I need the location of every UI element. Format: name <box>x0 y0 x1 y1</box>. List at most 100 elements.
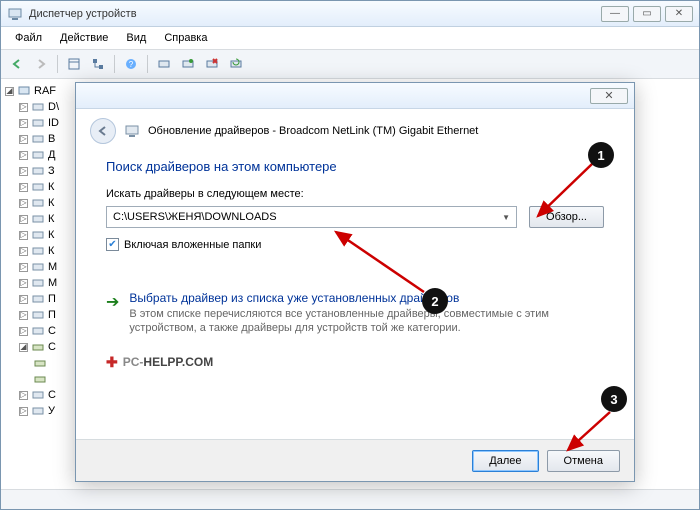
device-category-icon <box>31 212 45 226</box>
pick-driver-desc: В этом списке перечисляются все установл… <box>129 307 549 336</box>
expand-icon[interactable]: ▷ <box>19 231 28 240</box>
toolbar-view-icon[interactable] <box>63 53 85 75</box>
device-category-icon <box>31 196 45 210</box>
include-subfolders-label: Включая вложенные папки <box>124 239 261 251</box>
tree-item[interactable]: ▷С <box>3 323 69 339</box>
tree-item[interactable]: ▷К <box>3 243 69 259</box>
include-subfolders-checkbox[interactable]: ✔ <box>106 238 119 251</box>
expand-icon[interactable]: ▷ <box>19 199 28 208</box>
device-category-icon <box>31 308 45 322</box>
expand-icon[interactable]: ▷ <box>19 183 28 192</box>
tree-item[interactable]: ▷М <box>3 259 69 275</box>
device-category-icon <box>31 132 45 146</box>
expand-icon[interactable]: ▷ <box>19 391 28 400</box>
browse-button[interactable]: Обзор... <box>529 206 604 228</box>
arrow-right-icon: ➔ <box>106 292 119 336</box>
maximize-button[interactable]: ▭ <box>633 6 661 22</box>
device-category-icon <box>31 292 45 306</box>
path-label: Искать драйверы в следующем месте: <box>106 188 604 200</box>
expand-icon[interactable]: ▷ <box>19 151 28 160</box>
cancel-button[interactable]: Отмена <box>547 450 620 472</box>
toolbar-forward-icon[interactable] <box>30 53 52 75</box>
menu-action[interactable]: Действие <box>52 30 116 46</box>
collapse-icon[interactable]: ◢ <box>19 343 28 352</box>
tree-item[interactable]: ▷Д <box>3 147 69 163</box>
tree-item[interactable]: ▷D\ <box>3 99 69 115</box>
expand-icon[interactable]: ▷ <box>19 295 28 304</box>
section-title: Поиск драйверов на этом компьютере <box>106 159 604 174</box>
dialog-close-button[interactable]: ✕ <box>590 88 628 104</box>
menu-help[interactable]: Справка <box>156 30 215 46</box>
menu-file[interactable]: Файл <box>7 30 50 46</box>
device-category-icon <box>31 100 45 114</box>
expand-icon[interactable]: ▷ <box>19 135 28 144</box>
expand-icon[interactable]: ▷ <box>19 407 28 416</box>
dialog-titlebar: ✕ <box>76 83 634 109</box>
window-title: Диспетчер устройств <box>29 8 601 20</box>
tree-item[interactable]: ▷П <box>3 307 69 323</box>
device-category-icon <box>31 148 45 162</box>
expand-icon[interactable]: ▷ <box>19 103 28 112</box>
device-category-icon <box>31 228 45 242</box>
driver-update-dialog: ✕ Обновление драйверов - Broadcom NetLin… <box>75 82 635 482</box>
minimize-button[interactable]: — <box>601 6 629 22</box>
tree-item[interactable]: ▷М <box>3 275 69 291</box>
network-card-icon <box>33 356 47 370</box>
annotation-1: 1 <box>588 142 614 168</box>
expand-icon[interactable]: ▷ <box>19 247 28 256</box>
expand-icon[interactable]: ▷ <box>19 327 28 336</box>
menubar: Файл Действие Вид Справка <box>1 27 699 50</box>
statusbar <box>1 489 699 509</box>
expand-icon[interactable]: ▷ <box>19 119 28 128</box>
back-button[interactable] <box>90 118 116 144</box>
pick-driver-link[interactable]: ➔ Выбрать драйвер из списка уже установл… <box>106 291 604 336</box>
tree-item[interactable]: ▷В <box>3 131 69 147</box>
toolbar: ? <box>1 50 699 79</box>
device-category-icon <box>31 164 45 178</box>
annotation-2: 2 <box>422 288 448 314</box>
tree-item[interactable]: ▷К <box>3 179 69 195</box>
expand-icon[interactable]: ▷ <box>19 167 28 176</box>
toolbar-uninstall-icon[interactable] <box>201 53 223 75</box>
toolbar-help-icon[interactable]: ? <box>120 53 142 75</box>
next-button[interactable]: Далее <box>472 450 538 472</box>
tree-item[interactable]: ▷У <box>3 403 69 419</box>
toolbar-back-icon[interactable] <box>6 53 28 75</box>
tree-item[interactable]: ▷К <box>3 195 69 211</box>
pick-driver-title: Выбрать драйвер из списка уже установлен… <box>129 291 549 305</box>
dialog-header: Обновление драйверов - Broadcom NetLink … <box>76 109 634 153</box>
plus-icon: ✚ <box>106 354 118 371</box>
tree-item[interactable]: ▷З <box>3 163 69 179</box>
tree-item[interactable]: ▷К <box>3 211 69 227</box>
path-value: C:\USERS\ЖЕНЯ\DOWNLOADS <box>113 211 502 223</box>
expand-icon[interactable]: ▷ <box>19 263 28 272</box>
device-category-icon <box>31 244 45 258</box>
toolbar-tree-icon[interactable] <box>87 53 109 75</box>
svg-text:?: ? <box>129 60 134 69</box>
dialog-body: Поиск драйверов на этом компьютере Искат… <box>76 153 634 439</box>
tree-network-item[interactable] <box>3 371 69 387</box>
tree-network-item[interactable] <box>3 355 69 371</box>
toolbar-refresh-icon[interactable] <box>225 53 247 75</box>
network-card-icon <box>33 372 47 386</box>
collapse-icon[interactable]: ◢ <box>5 87 14 96</box>
dropdown-icon[interactable]: ▼ <box>502 213 510 222</box>
device-tree[interactable]: ◢ RAF ▷D\▷ID▷В▷Д▷З▷К▷К▷К▷К▷К▷М▷М▷П▷П▷С ◢… <box>1 79 71 489</box>
close-button[interactable]: ✕ <box>665 6 693 22</box>
tree-network-adapters[interactable]: ◢ С <box>3 339 69 355</box>
toolbar-update-icon[interactable] <box>177 53 199 75</box>
window-controls: — ▭ ✕ <box>601 6 693 22</box>
device-icon <box>124 123 140 139</box>
tree-item[interactable]: ▷ID <box>3 115 69 131</box>
device-category-icon <box>31 276 45 290</box>
tree-item[interactable]: ▷К <box>3 227 69 243</box>
menu-view[interactable]: Вид <box>118 30 154 46</box>
expand-icon[interactable]: ▷ <box>19 311 28 320</box>
tree-root[interactable]: ◢ RAF <box>3 83 69 99</box>
toolbar-scan-icon[interactable] <box>153 53 175 75</box>
expand-icon[interactable]: ▷ <box>19 215 28 224</box>
tree-item[interactable]: ▷С <box>3 387 69 403</box>
tree-item[interactable]: ▷П <box>3 291 69 307</box>
expand-icon[interactable]: ▷ <box>19 279 28 288</box>
path-combobox[interactable]: C:\USERS\ЖЕНЯ\DOWNLOADS ▼ <box>106 206 517 228</box>
